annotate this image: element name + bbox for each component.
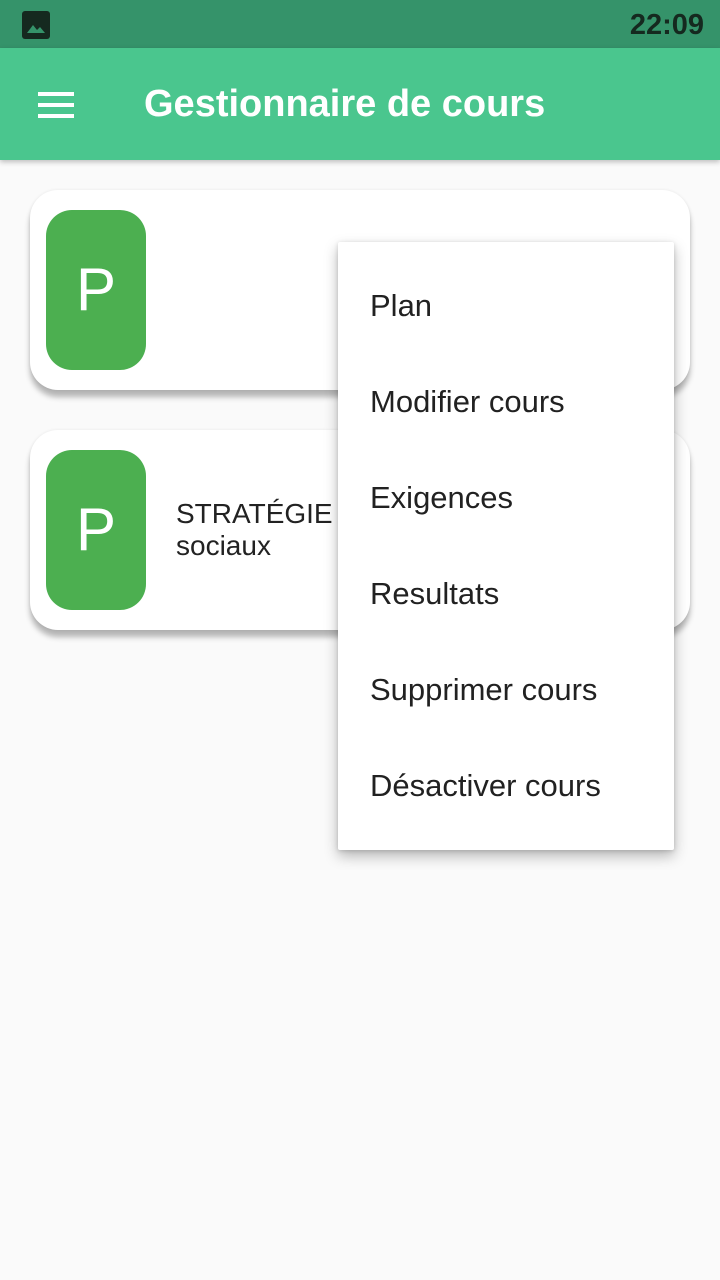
page-title: Gestionnaire de cours [144, 83, 546, 125]
menu-item-results[interactable]: Resultats [338, 546, 674, 642]
course-options-menu: Plan Modifier cours Exigences Resultats … [338, 242, 674, 850]
status-bar: 22:09 [0, 0, 720, 48]
menu-button[interactable] [24, 76, 88, 132]
menu-item-delete-course[interactable]: Supprimer cours [338, 642, 674, 738]
menu-item-edit-course[interactable]: Modifier cours [338, 354, 674, 450]
course-avatar: P [46, 450, 146, 610]
image-icon [22, 11, 50, 39]
menu-item-deactivate-course[interactable]: Désactiver cours [338, 738, 674, 834]
menu-item-requirements[interactable]: Exigences [338, 450, 674, 546]
course-avatar: P [46, 210, 146, 370]
app-bar: Gestionnaire de cours [0, 48, 720, 160]
hamburger-menu-icon [38, 92, 74, 118]
status-time: 22:09 [629, 9, 704, 41]
menu-item-plan[interactable]: Plan [338, 258, 674, 354]
